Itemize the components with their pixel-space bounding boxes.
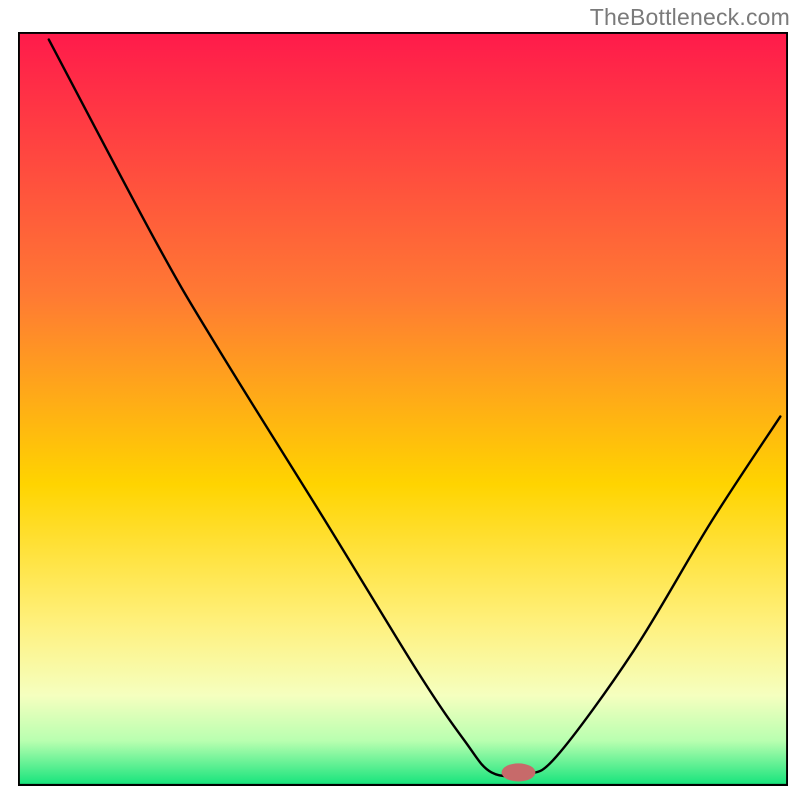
sweet-spot-marker xyxy=(502,763,536,781)
chart-area xyxy=(18,32,788,786)
bottleneck-chart xyxy=(18,32,788,786)
gradient-background xyxy=(18,32,788,786)
watermark-text: TheBottleneck.com xyxy=(590,4,790,31)
